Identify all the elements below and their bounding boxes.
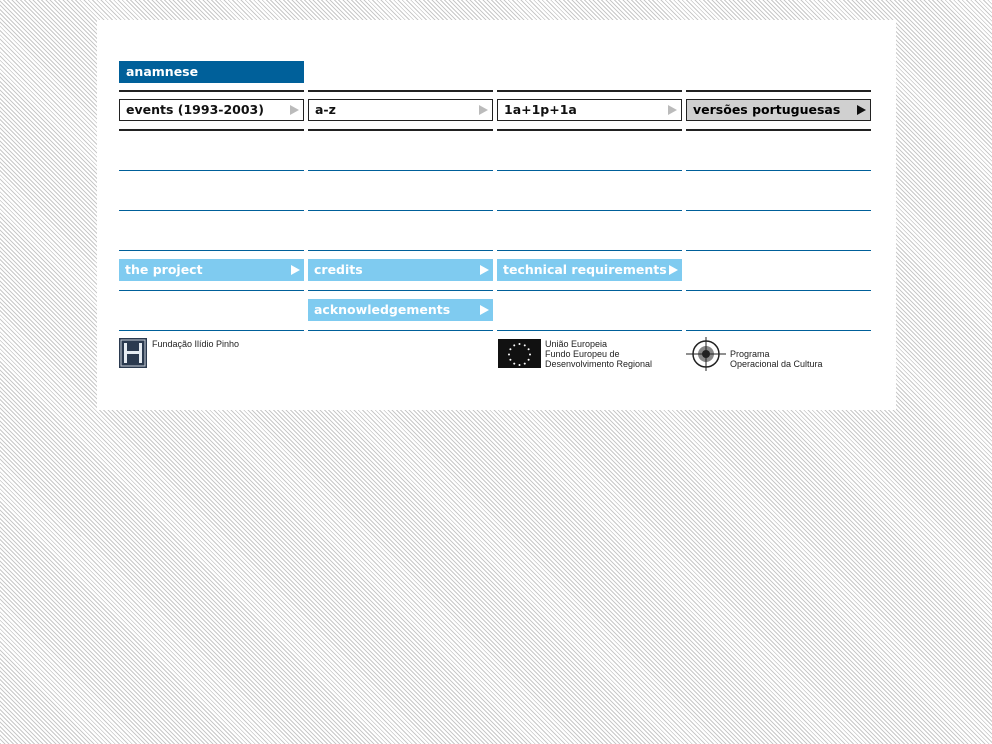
nav-formula-button[interactable]: 1a+1p+1a [497, 99, 682, 121]
divider [497, 210, 682, 211]
nav-events-button[interactable]: events (1993-2003) [119, 99, 304, 121]
divider [497, 129, 682, 131]
eu-line-2: Fundo Europeu de [545, 349, 620, 359]
the-project-link[interactable]: the project [119, 259, 304, 281]
divider [308, 330, 493, 331]
nav-events-label: events (1993-2003) [126, 102, 264, 117]
fundacao-emblem-icon [119, 338, 147, 368]
divider [308, 90, 493, 92]
divider [308, 290, 493, 291]
divider [308, 210, 493, 211]
divider [497, 290, 682, 291]
eu-flag-icon [498, 339, 541, 368]
credits-link[interactable]: credits [308, 259, 493, 281]
nav-az-label: a-z [315, 102, 336, 117]
fundacao-label: Fundação Ilídio Pinho [152, 339, 240, 349]
poc-line-1: Programa [730, 349, 770, 359]
divider [686, 290, 871, 291]
divider [119, 90, 304, 92]
main-panel: anamnese events (1993-2003) the project … [97, 20, 896, 410]
divider [119, 210, 304, 211]
divider [497, 250, 682, 251]
divider [119, 129, 304, 131]
divider [497, 90, 682, 92]
the-project-label: the project [125, 262, 203, 277]
eu-text: União Europeia Fundo Europeu de Desenvol… [545, 339, 652, 369]
divider [308, 250, 493, 251]
nav-portuguese-button[interactable]: versões portuguesas [686, 99, 871, 121]
acknowledgements-link[interactable]: acknowledgements [308, 299, 493, 321]
divider [119, 170, 304, 171]
divider [119, 330, 304, 331]
eu-line-1: União Europeia [545, 339, 608, 349]
divider [308, 129, 493, 131]
divider [686, 129, 871, 131]
play-arrow-icon [669, 265, 678, 275]
poc-compass-icon [686, 337, 726, 371]
play-arrow-icon [479, 105, 488, 115]
technical-requirements-label: technical requirements [503, 262, 667, 277]
divider [686, 210, 871, 211]
play-arrow-icon [857, 105, 866, 115]
technical-requirements-link[interactable]: technical requirements [497, 259, 682, 281]
play-arrow-icon [290, 105, 299, 115]
divider [686, 250, 871, 251]
nav-az-button[interactable]: a-z [308, 99, 493, 121]
divider [497, 170, 682, 171]
divider [686, 90, 871, 92]
divider [686, 330, 871, 331]
poc-line-2: Operacional da Cultura [730, 359, 823, 369]
site-title: anamnese [119, 61, 304, 83]
play-arrow-icon [480, 265, 489, 275]
nav-portuguese-label: versões portuguesas [693, 102, 841, 117]
divider [119, 250, 304, 251]
divider [308, 170, 493, 171]
play-arrow-icon [480, 305, 489, 315]
acknowledgements-label: acknowledgements [314, 302, 451, 317]
divider [119, 290, 304, 291]
credits-label: credits [314, 262, 363, 277]
poc-text: Programa Operacional da Cultura [730, 349, 823, 369]
nav-formula-label: 1a+1p+1a [504, 102, 577, 117]
play-arrow-icon [291, 265, 300, 275]
divider [497, 330, 682, 331]
play-arrow-icon [668, 105, 677, 115]
eu-line-3: Desenvolvimento Regional [545, 359, 653, 369]
divider [686, 170, 871, 171]
